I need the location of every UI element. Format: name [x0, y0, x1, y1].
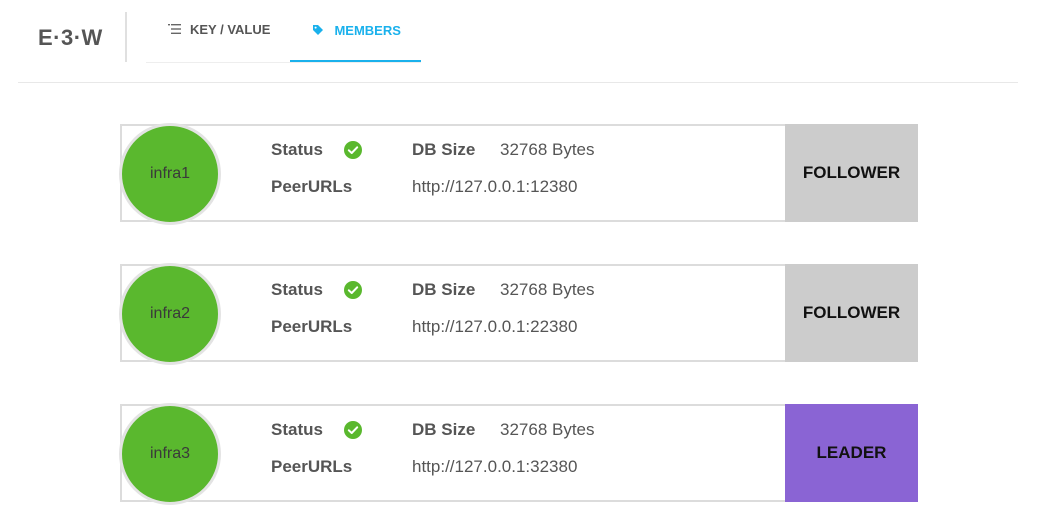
peer-urls-value: http://127.0.0.1:22380 — [412, 317, 578, 336]
status-label: Status — [271, 280, 323, 299]
tab-key-value[interactable]: KEY / VALUE — [146, 0, 290, 60]
logo-divider — [125, 12, 127, 62]
db-size-label: DB Size — [412, 280, 476, 299]
role-badge: FOLLOWER — [785, 264, 918, 362]
db-size-label: DB Size — [412, 420, 476, 439]
check-circle-icon — [344, 281, 362, 299]
page: E·3·W KEY / VALUE MEMBERS infra1 Status … — [0, 0, 1038, 519]
list-icon — [166, 22, 182, 36]
db-size-value: 32768 Bytes — [500, 280, 595, 299]
member-card: infra3 Status DB Size 32768 Bytes PeerUR… — [119, 403, 918, 505]
role-badge: LEADER — [785, 404, 918, 502]
peer-urls-label: PeerURLs — [271, 177, 353, 196]
member-avatar: infra1 — [119, 123, 221, 225]
app-logo[interactable]: E·3·W — [38, 25, 103, 51]
db-size-label: DB Size — [412, 140, 476, 159]
tab-bar: KEY / VALUE MEMBERS — [146, 0, 421, 63]
status-label: Status — [271, 420, 323, 439]
tab-members-label: MEMBERS — [334, 22, 401, 38]
db-size-value: 32768 Bytes — [500, 140, 595, 159]
tab-members[interactable]: MEMBERS — [290, 0, 421, 62]
peer-urls-value: http://127.0.0.1:12380 — [412, 177, 578, 196]
status-label: Status — [271, 140, 323, 159]
check-circle-icon — [344, 421, 362, 439]
member-avatar: infra3 — [119, 403, 221, 505]
tab-key-value-label: KEY / VALUE — [190, 21, 271, 37]
peer-urls-value: http://127.0.0.1:32380 — [412, 457, 578, 476]
member-card: infra2 Status DB Size 32768 Bytes PeerUR… — [119, 263, 918, 365]
tag-icon — [310, 23, 326, 37]
member-card: infra1 Status DB Size 32768 Bytes PeerUR… — [119, 123, 918, 225]
peer-urls-label: PeerURLs — [271, 457, 353, 476]
header: E·3·W KEY / VALUE MEMBERS — [18, 0, 1018, 83]
role-badge: FOLLOWER — [785, 124, 918, 222]
peer-urls-label: PeerURLs — [271, 317, 353, 336]
check-circle-icon — [344, 141, 362, 159]
db-size-value: 32768 Bytes — [500, 420, 595, 439]
member-avatar: infra2 — [119, 263, 221, 365]
